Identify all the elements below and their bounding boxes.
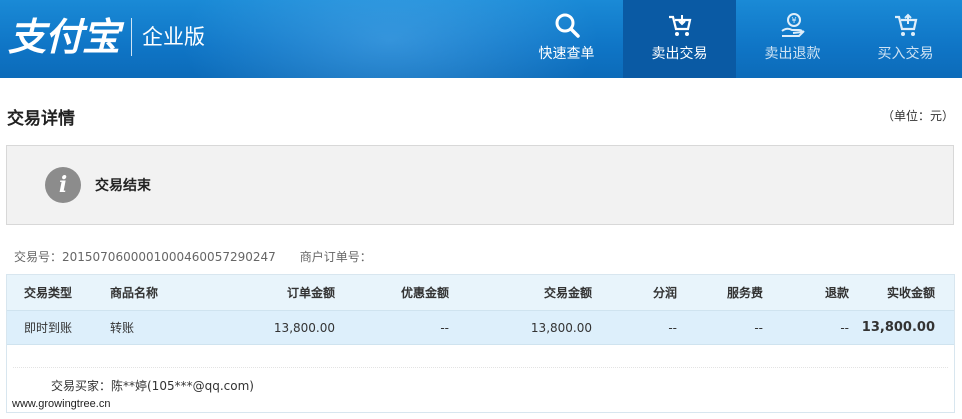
main-nav: 快速查单 卖出交易 ¥ 卖出退款 买入交易 [510, 0, 962, 78]
info-icon: i [45, 167, 81, 203]
header-trade-type: 交易类型 [24, 286, 73, 300]
nav-sell-refunds[interactable]: ¥ 卖出退款 [736, 0, 849, 78]
cell-received-amount: 13,800.00 [861, 320, 935, 335]
logo[interactable]: 支付宝 企业版 [8, 14, 205, 60]
status-box: i 交易结束 [6, 145, 954, 225]
row-divider [13, 367, 948, 368]
top-bar: 支付宝 企业版 快速查单 卖出交易 ¥ 卖出退款 买入交易 [0, 0, 962, 78]
brand-name: 支付宝 [8, 14, 120, 59]
cell-refund: -- [840, 320, 849, 335]
header-discount-amount: 优惠金额 [400, 286, 449, 300]
header-trade-amount: 交易金额 [543, 286, 592, 300]
search-icon [552, 10, 582, 40]
cell-discount-amount: -- [440, 320, 449, 335]
cell-product-name: 转账 [110, 321, 135, 335]
nav-quick-search[interactable]: 快速查单 [510, 0, 623, 78]
table-row: 即时到账 转账 13,800.00 -- 13,800.00 -- -- -- … [7, 311, 954, 345]
cell-order-amount: 13,800.00 [273, 320, 335, 335]
buyer-info: 交易买家：陈**婷(105***@qq.com) [51, 379, 254, 393]
header-product-name: 商品名称 [110, 286, 159, 300]
trade-meta: 交易号：2015070600001000460057290247 商户订单号： [14, 248, 372, 265]
cell-service-fee: -- [754, 320, 763, 335]
cell-trade-amount: 13,800.00 [530, 320, 592, 335]
cell-profit-share: -- [668, 320, 677, 335]
trade-number: 交易号：2015070600001000460057290247 [14, 250, 276, 264]
header-service-fee: 服务费 [726, 286, 763, 300]
header-received-amount: 实收金额 [886, 286, 935, 300]
page-title: 交易详情 [7, 109, 75, 129]
cell-trade-type: 即时到账 [24, 321, 73, 335]
nav-label: 卖出退款 [764, 46, 821, 62]
nav-label: 买入交易 [877, 46, 934, 62]
nav-label: 卖出交易 [651, 46, 708, 62]
nav-sell-trades[interactable]: 卖出交易 [623, 0, 736, 78]
nav-buy-trades[interactable]: 买入交易 [849, 0, 962, 78]
watermark: www.growingtree.cn [10, 398, 113, 410]
cart-icon [665, 10, 695, 40]
unit-label: （单位：元） [881, 109, 954, 123]
logo-divider [131, 18, 133, 56]
trade-table: 交易类型 商品名称 订单金额 优惠金额 交易金额 分润 服务费 退款 实收金额 … [6, 274, 955, 413]
status-text: 交易结束 [95, 178, 151, 194]
nav-label: 快速查单 [538, 46, 595, 62]
header-order-amount: 订单金额 [286, 286, 335, 300]
table-header: 交易类型 商品名称 订单金额 优惠金额 交易金额 分润 服务费 退款 实收金额 [7, 275, 954, 311]
edition-label: 企业版 [142, 25, 206, 49]
merchant-order-number: 商户订单号： [299, 250, 372, 264]
refund-icon: ¥ [778, 10, 808, 40]
svg-text:¥: ¥ [791, 16, 796, 25]
header-profit-share: 分润 [652, 286, 677, 300]
header-refund: 退款 [824, 286, 849, 300]
cart-icon [891, 10, 921, 40]
